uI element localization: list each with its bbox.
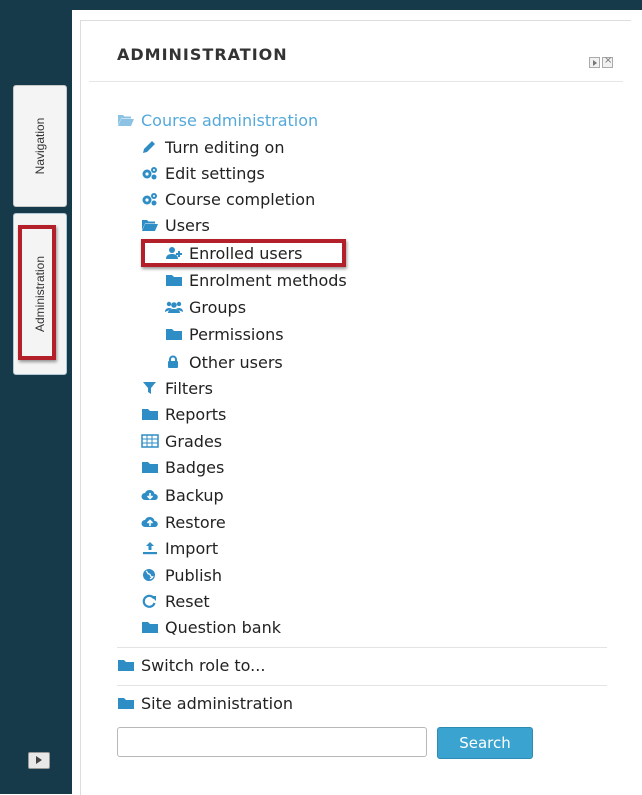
folder-open-icon (141, 218, 159, 232)
switch-role-node[interactable]: Switch role to... (117, 654, 265, 676)
close-block-icon[interactable] (602, 55, 613, 68)
divider (117, 647, 607, 648)
menu-item-groups[interactable]: Groups (165, 296, 246, 318)
menu-item-publish[interactable]: Publish (141, 564, 222, 586)
cloud-download-icon (141, 488, 159, 502)
menu-item-label: Course completion (165, 189, 316, 209)
menu-item-reports[interactable]: Reports (141, 403, 226, 425)
menu-item-label: Import (165, 538, 219, 558)
menu-item-label: Reports (165, 404, 227, 424)
menu-item-turn-editing-on[interactable]: Turn editing on (141, 136, 284, 158)
folder-icon (165, 327, 183, 341)
menu-item-label: Groups (189, 297, 247, 317)
menu-item-edit-settings[interactable]: Edit settings (141, 162, 265, 184)
menu-item-label: Permissions (189, 324, 284, 344)
course-administration-label: Course administration (141, 110, 319, 130)
menu-item-label: Turn editing on (165, 137, 285, 157)
administration-block: ADMINISTRATION Course administration Tur… (80, 20, 631, 795)
divider (117, 685, 607, 686)
menu-item-label: Question bank (165, 617, 282, 637)
dock-tab-administration[interactable]: Administration (13, 213, 67, 375)
menu-item-permissions[interactable]: Permissions (165, 323, 284, 345)
gears-icon (141, 166, 159, 180)
refresh-icon (141, 594, 159, 608)
admin-search-input[interactable] (117, 727, 427, 757)
folder-icon (165, 273, 183, 287)
menu-item-other-users[interactable]: Other users (165, 351, 283, 373)
menu-item-course-completion[interactable]: Course completion (141, 188, 315, 210)
menu-item-badges[interactable]: Badges (141, 456, 224, 478)
menu-item-label: Enrolment methods (189, 270, 347, 290)
menu-item-users[interactable]: Users (141, 214, 210, 236)
menu-item-label: Other users (189, 352, 283, 372)
course-administration-node[interactable]: Course administration (117, 109, 318, 131)
menu-item-label: Restore (165, 512, 226, 532)
menu-item-restore[interactable]: Restore (141, 511, 226, 533)
globe-icon (141, 568, 159, 582)
cloud-upload-icon (141, 515, 159, 529)
lock-icon (165, 355, 183, 369)
filter-icon (141, 381, 159, 395)
dock-tab-navigation-label: Navigation (33, 117, 47, 175)
highlight-box-enrolled-users (141, 239, 346, 267)
upload-icon (141, 541, 159, 555)
dock-sidebar: Navigation Administration (0, 10, 72, 794)
site-administration-label: Site administration (141, 693, 294, 713)
menu-item-label: Backup (165, 485, 224, 505)
menu-item-enrolment-methods[interactable]: Enrolment methods (165, 269, 347, 291)
dock-block-icon[interactable] (589, 57, 600, 68)
folder-icon (141, 407, 159, 421)
menu-item-grades[interactable]: Grades (141, 430, 222, 452)
folder-icon (141, 460, 159, 474)
switch-role-label: Switch role to... (141, 655, 266, 675)
menu-item-label: Edit settings (165, 163, 265, 183)
menu-item-label: Users (165, 215, 210, 235)
menu-item-label: Publish (165, 565, 223, 585)
menu-item-label: Filters (165, 378, 213, 398)
menu-item-import[interactable]: Import (141, 537, 218, 559)
menu-item-label: Badges (165, 457, 225, 477)
menu-item-question-bank[interactable]: Question bank (141, 616, 281, 638)
folder-icon (117, 696, 135, 710)
top-bar (0, 0, 642, 10)
table-icon (141, 434, 159, 448)
menu-item-filters[interactable]: Filters (141, 377, 213, 399)
menu-item-label: Reset (165, 591, 210, 611)
gears-icon (141, 192, 159, 206)
folder-icon (117, 658, 135, 672)
pencil-icon (141, 140, 159, 154)
block-title: ADMINISTRATION (117, 45, 288, 64)
folder-icon (141, 620, 159, 634)
highlight-box-administration (18, 225, 56, 360)
site-administration-node[interactable]: Site administration (117, 692, 293, 714)
menu-item-label: Grades (165, 431, 223, 451)
group-icon (165, 300, 183, 314)
menu-item-reset[interactable]: Reset (141, 590, 210, 612)
menu-item-backup[interactable]: Backup (141, 484, 224, 506)
header-divider (89, 81, 623, 82)
search-button[interactable]: Search (437, 727, 533, 759)
dock-tab-navigation[interactable]: Navigation (13, 85, 67, 207)
folder-open-icon (117, 113, 135, 127)
undock-all-icon[interactable] (28, 752, 50, 769)
